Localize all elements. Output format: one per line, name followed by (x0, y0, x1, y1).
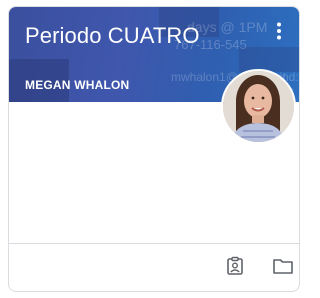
assignment-ind-icon (225, 256, 245, 281)
teacher-avatar (221, 69, 296, 144)
class-title[interactable]: Periodo CUATRO (25, 23, 200, 49)
more-options-button[interactable] (265, 19, 293, 47)
teacher-name: MEGAN WHALON (25, 78, 130, 92)
class-card-footer (9, 243, 299, 291)
more-vert-icon (276, 22, 282, 45)
open-your-work-button[interactable] (221, 254, 249, 282)
folder-icon (272, 257, 294, 280)
open-folder-button[interactable] (269, 254, 297, 282)
class-card[interactable]: days @ 1PM 767-116-545 mwhalon1@saisd.ne… (8, 6, 300, 292)
